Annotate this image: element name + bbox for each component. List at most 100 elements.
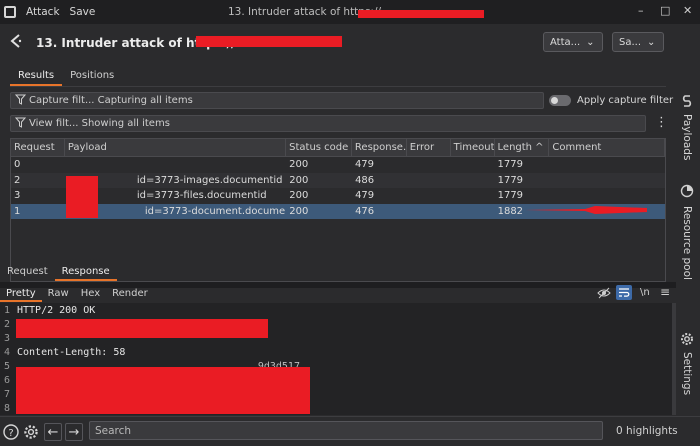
cell-payload: id=3773-images.documentid xyxy=(136,174,283,186)
cell-response: 486 xyxy=(355,174,375,186)
hide-eye-icon[interactable] xyxy=(597,287,611,302)
attack-dropdown[interactable]: Attа... ⌄ xyxy=(543,32,603,52)
tab-results[interactable]: Results xyxy=(10,68,63,86)
resource-pool-icon[interactable] xyxy=(680,184,694,201)
payloads-icon[interactable] xyxy=(680,94,694,111)
redaction-title xyxy=(358,10,484,18)
bottom-bar: ? ← → Search 0 highlights xyxy=(0,416,700,446)
menu-lines-icon[interactable]: ≡ xyxy=(660,285,670,299)
chevron-down-icon: ⌄ xyxy=(647,36,656,48)
cell-response: 476 xyxy=(355,205,375,217)
wrap-lines-icon[interactable] xyxy=(616,285,632,300)
back-arrow-icon[interactable] xyxy=(10,34,24,52)
cell-length: 1779 xyxy=(497,174,524,186)
line-number: 4 xyxy=(4,347,11,358)
table-header: Request Payload Status code Response... … xyxy=(11,139,665,157)
col-request[interactable]: Request xyxy=(11,139,65,156)
cell-response: 479 xyxy=(355,190,375,202)
right-sidebar: Payloads Resource pool Settings xyxy=(676,88,700,408)
line-number: 5 xyxy=(4,361,11,372)
cell-request: 2 xyxy=(14,174,21,186)
cell-status: 200 xyxy=(289,205,309,217)
cell-request: 3 xyxy=(14,190,21,202)
sidebar-item-resource-pool[interactable]: Resource pool xyxy=(681,206,693,280)
redaction-header xyxy=(196,36,342,47)
line-number: 7 xyxy=(4,389,11,400)
cell-status: 200 xyxy=(289,159,309,171)
search-placeholder: Search xyxy=(95,424,132,437)
capture-filter[interactable]: Capture filt... Capturing all items xyxy=(10,92,544,109)
filter-icon xyxy=(14,94,27,108)
sidebar-item-settings[interactable]: Settings xyxy=(681,352,693,395)
cell-payload: id=3773-files.documentid xyxy=(136,190,267,202)
table-row[interactable]: 0 200 479 1779 xyxy=(11,157,665,173)
cell-status: 200 xyxy=(289,190,309,202)
cell-length: 1779 xyxy=(497,159,523,171)
help-icon[interactable]: ? xyxy=(2,423,20,441)
search-input[interactable]: Search xyxy=(89,421,603,440)
code-line: Content-Length: 58 xyxy=(17,347,126,358)
tab-request[interactable]: Request xyxy=(0,264,55,281)
apply-capture-toggle[interactable] xyxy=(549,95,571,106)
attack-label: Attа... xyxy=(550,36,581,48)
col-response[interactable]: Response... xyxy=(352,139,407,156)
tab-raw[interactable]: Raw xyxy=(42,288,75,302)
title-bar: 13. Intruder attack of https:// Attа... … xyxy=(0,24,700,62)
table-row[interactable]: 2 id=3773-images.documentid 200 486 1779 xyxy=(11,172,665,188)
menu-save[interactable]: Save xyxy=(70,6,96,18)
minimize-icon[interactable]: – xyxy=(638,4,644,17)
line-number: 6 xyxy=(4,375,11,386)
more-options-icon[interactable]: ⋮ xyxy=(655,115,668,130)
line-gutter: 1 2 3 4 5 6 7 8 xyxy=(0,303,14,415)
cell-length: 1779 xyxy=(497,190,524,202)
col-payload[interactable]: Payload xyxy=(65,139,287,156)
chevron-down-icon: ⌄ xyxy=(586,36,595,48)
search-settings-gear-icon[interactable] xyxy=(22,423,40,441)
cell-request: 1 xyxy=(14,205,21,217)
col-status[interactable]: Status code xyxy=(286,139,352,156)
menu-attack[interactable]: Attack xyxy=(26,6,60,18)
close-icon[interactable]: ✕ xyxy=(683,4,692,17)
col-length[interactable]: Length ^ xyxy=(495,139,550,156)
cell-status: 200 xyxy=(289,174,309,186)
svg-text:?: ? xyxy=(8,428,13,439)
view-filter[interactable]: View filt... Showing all items xyxy=(10,115,646,132)
table-row[interactable]: 3 id=3773-files.documentid 200 479 1779 xyxy=(11,188,665,204)
line-number: 8 xyxy=(4,403,11,414)
redaction-headers-bottom xyxy=(16,367,310,414)
col-timeout[interactable]: Timeout xyxy=(451,139,495,156)
tab-positions[interactable]: Positions xyxy=(62,68,122,86)
redaction-headers-top xyxy=(16,319,268,338)
redaction-payload xyxy=(66,176,98,218)
settings-gear-icon[interactable] xyxy=(680,332,694,349)
line-number: 1 xyxy=(4,305,11,316)
menu-bar: Attack Save 13. Intruder attack of https… xyxy=(0,0,700,24)
view-filter-text: View filt... Showing all items xyxy=(29,118,170,129)
reqres-tabs: Request Response xyxy=(0,264,117,281)
sidebar-item-payloads[interactable]: Payloads xyxy=(681,114,693,160)
maximize-icon[interactable]: □ xyxy=(660,4,670,17)
main-tabs: Results Positions xyxy=(10,68,122,86)
editor-scrollbar[interactable] xyxy=(672,303,676,415)
tab-response[interactable]: Response xyxy=(54,264,117,281)
cell-request: 0 xyxy=(14,159,21,171)
line-number: 2 xyxy=(4,319,11,330)
filter-icon xyxy=(14,117,27,131)
tab-render[interactable]: Render xyxy=(106,288,154,302)
next-arrow-icon[interactable]: → xyxy=(65,423,83,441)
cell-payload: id=3773-document.documentid xyxy=(144,205,286,217)
tab-pretty[interactable]: Pretty xyxy=(0,288,42,302)
app-icon xyxy=(4,6,16,18)
line-number: 3 xyxy=(4,333,11,344)
tab-hex[interactable]: Hex xyxy=(75,288,106,302)
capture-filter-text: Capture filt... Capturing all items xyxy=(29,95,193,106)
previous-arrow-icon[interactable]: ← xyxy=(44,423,62,441)
save-dropdown[interactable]: Sa... ⌄ xyxy=(612,32,664,52)
save-label: Sa... xyxy=(619,36,642,48)
tab-divider xyxy=(10,86,666,87)
cell-response: 479 xyxy=(354,159,375,171)
col-comment[interactable]: Comment xyxy=(549,139,665,156)
annotation-arrow xyxy=(525,204,647,216)
col-error[interactable]: Error xyxy=(407,139,451,156)
newline-toggle[interactable]: \n xyxy=(640,287,650,298)
